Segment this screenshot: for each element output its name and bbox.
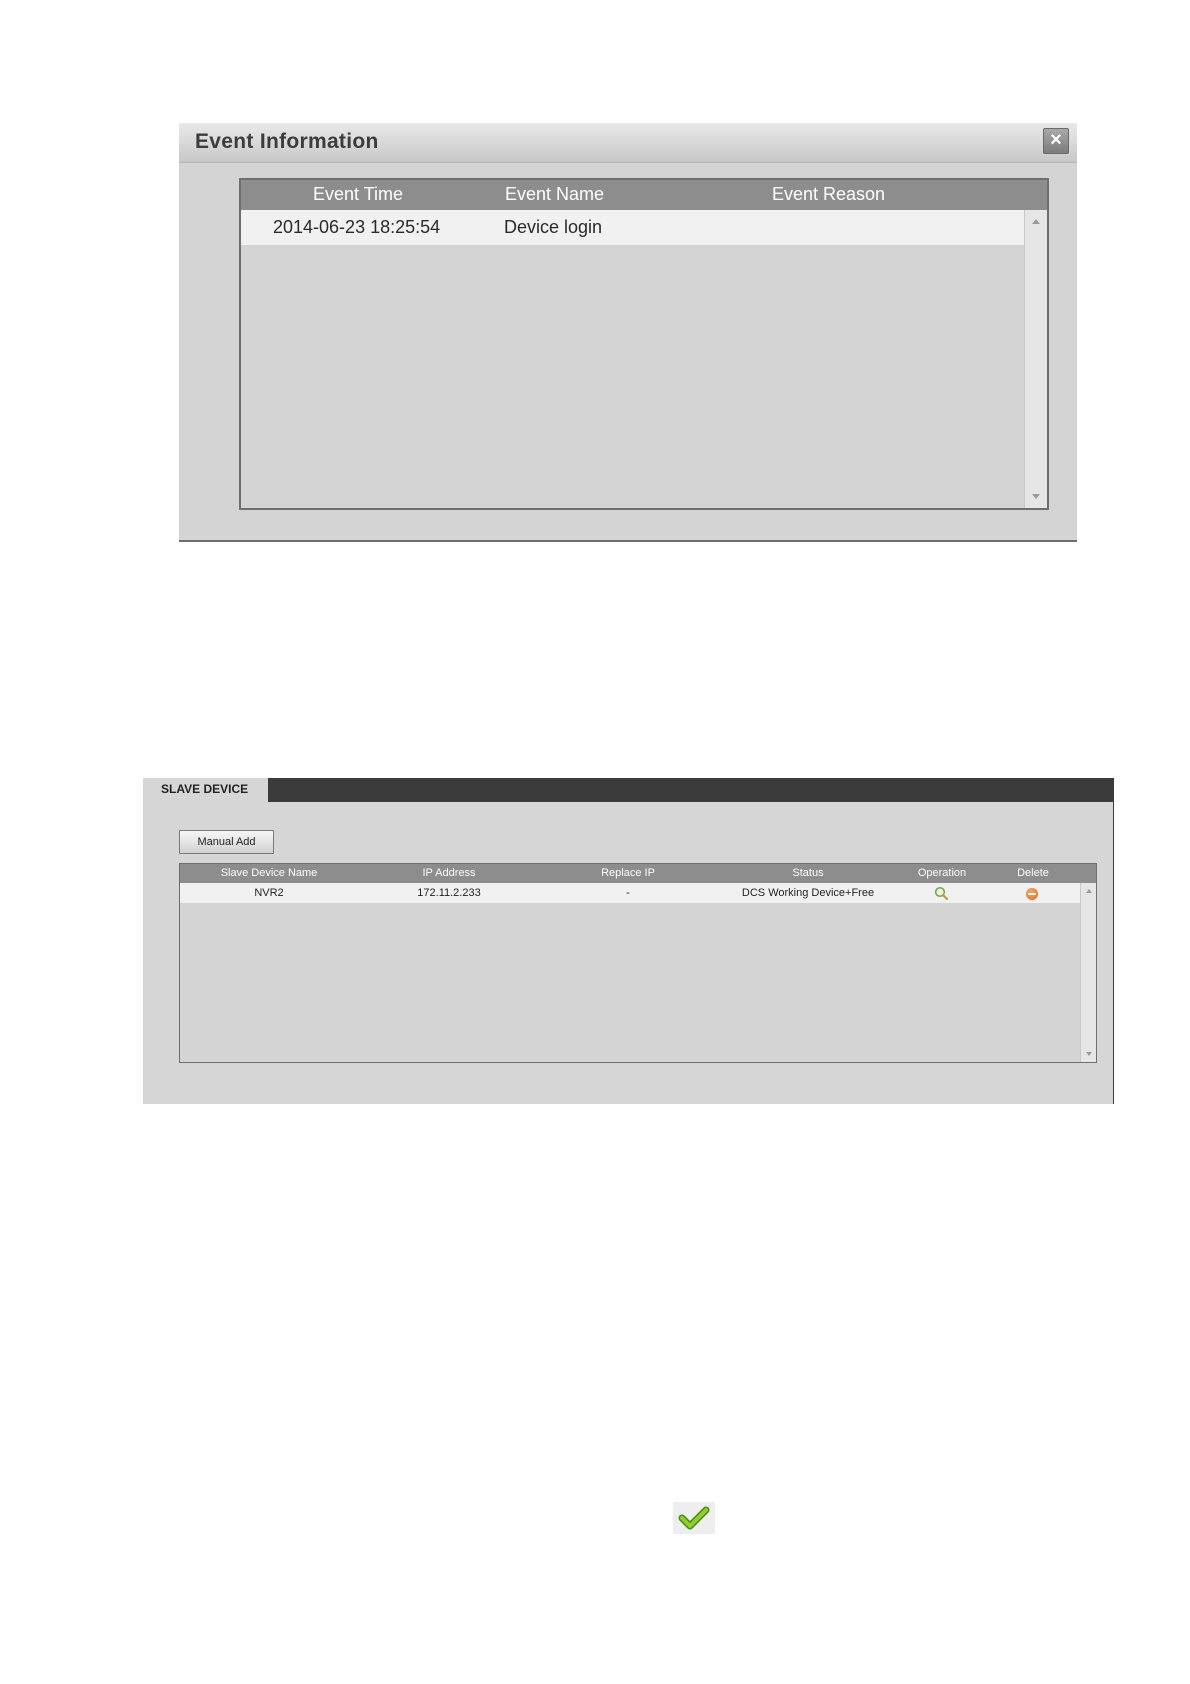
status-cell: DCS Working Device+Free <box>741 887 875 899</box>
tab-slave-device[interactable]: SLAVE DEVICE <box>143 778 268 802</box>
tab-bar: SLAVE DEVICE <box>143 778 1114 802</box>
column-header-operation[interactable]: Operation <box>918 867 966 879</box>
dialog-title-bar: Event Information × <box>179 123 1077 163</box>
vertical-scrollbar[interactable] <box>1024 210 1047 508</box>
column-header-slave-device-name[interactable]: Slave Device Name <box>221 867 318 879</box>
column-header-delete[interactable]: Delete <box>1017 867 1049 879</box>
column-header-event-reason[interactable]: Event Reason <box>772 184 885 205</box>
column-header-event-time[interactable]: Event Time <box>313 184 403 205</box>
table-row[interactable]: 2014-06-23 18:25:54 Device login <box>241 210 1024 245</box>
close-icon[interactable]: × <box>1043 128 1069 154</box>
event-name-cell: Device login <box>504 217 603 237</box>
event-information-dialog: Event Information × Event Time Event Nam… <box>179 123 1077 542</box>
checkmark-icon-graphic <box>678 1506 710 1530</box>
ip-address-cell: 172.11.2.233 <box>417 887 481 899</box>
scroll-up-icon[interactable] <box>1085 889 1092 893</box>
panel-border <box>1113 802 1114 1104</box>
search-icon[interactable] <box>934 886 948 900</box>
slave-table-header: Slave Device Name IP Address Replace IP … <box>180 864 1096 883</box>
event-time-cell: 2014-06-23 18:25:54 <box>273 217 441 237</box>
slave-name-cell: NVR2 <box>254 887 284 899</box>
delete-icon[interactable] <box>1026 888 1038 900</box>
event-table-header: Event Time Event Name Event Reason <box>241 180 1047 210</box>
checkmark-icon <box>673 1502 715 1534</box>
slave-device-panel: SLAVE DEVICE Manual Add Slave Device Nam… <box>143 778 1114 1104</box>
column-header-ip-address[interactable]: IP Address <box>423 867 476 879</box>
replace-ip-cell: - <box>626 887 630 899</box>
manual-add-button[interactable]: Manual Add <box>179 830 274 854</box>
dialog-title: Event Information <box>195 130 379 153</box>
scroll-down-icon[interactable] <box>1032 494 1040 499</box>
slave-device-table: Slave Device Name IP Address Replace IP … <box>179 863 1097 1063</box>
event-table: Event Time Event Name Event Reason 2014-… <box>239 178 1049 510</box>
scroll-up-icon[interactable] <box>1032 219 1040 224</box>
table-row[interactable]: NVR2 172.11.2.233 - DCS Working Device+F… <box>180 883 1080 903</box>
column-header-status[interactable]: Status <box>792 867 823 879</box>
column-header-event-name[interactable]: Event Name <box>505 184 604 205</box>
scroll-down-icon[interactable] <box>1085 1052 1092 1056</box>
column-header-replace-ip[interactable]: Replace IP <box>601 867 655 879</box>
vertical-scrollbar[interactable] <box>1080 883 1096 1062</box>
